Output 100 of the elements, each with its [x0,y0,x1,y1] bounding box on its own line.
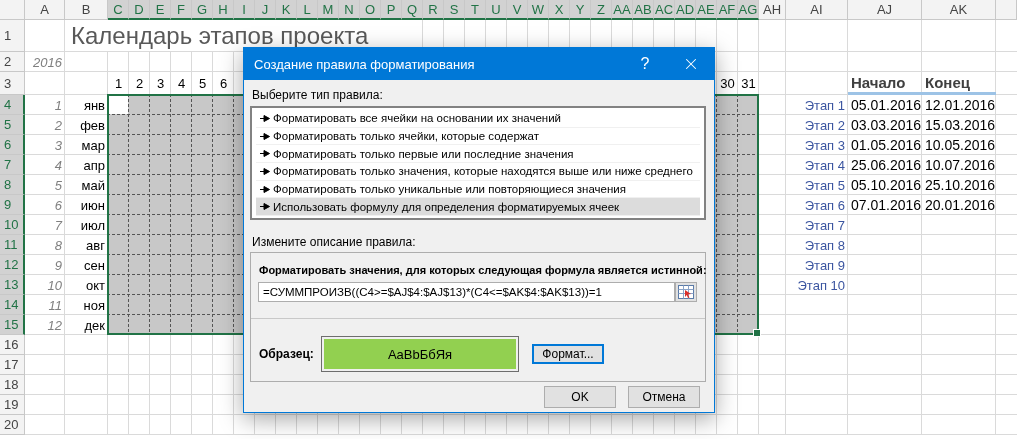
rule-type-item[interactable]: Использовать формулу для определения форматируемых ячеек [256,198,700,217]
date-cell-text: 15.03.2016 [924,116,996,135]
arrow-icon [260,167,270,175]
stage-name: Этап 8 [803,236,846,255]
column-header[interactable]: Q [402,0,423,20]
column-header[interactable]: O [360,0,381,20]
column-header[interactable]: AH [759,0,786,20]
day-number: 31 [740,75,757,93]
row-header[interactable]: 5 [0,115,25,135]
column-header[interactable]: U [486,0,507,20]
row-header[interactable]: 3 [0,72,25,95]
row-header[interactable]: 6 [0,135,25,155]
month-name: фев [79,116,106,135]
column-header[interactable]: Y [570,0,591,20]
column-heading: Начало [848,72,922,95]
column-header[interactable]: N [339,0,360,20]
format-button[interactable]: Формат... [532,344,604,364]
day-number: 4 [176,75,187,93]
month-name: июл [79,216,106,235]
stage-name: Этап 9 [803,256,846,275]
column-header[interactable]: W [528,0,549,20]
row-header[interactable]: 10 [0,215,25,235]
row-header[interactable]: 9 [0,195,25,215]
row-header[interactable]: 2 [0,52,25,72]
month-number: 9 [53,256,63,275]
month-number: 3 [53,136,63,155]
column-header[interactable]: Z [591,0,612,20]
help-button[interactable]: ? [622,48,668,80]
stage-name: Этап 2 [803,116,846,135]
rule-type-text: Форматировать только первые или последние значения [273,147,574,160]
column-header[interactable]: H [213,0,234,20]
column-header[interactable]: AI [786,0,848,20]
rule-type-text: Форматировать только ячейки, которые содержат [273,130,539,142]
column-header[interactable]: AB [633,0,654,20]
row-header[interactable]: 8 [0,175,25,195]
month-name: янв [82,96,106,115]
date-cell-text: 05.01.2016 [850,96,922,115]
column-header[interactable]: M [318,0,339,20]
description-label: Измените описание правила: [252,235,417,249]
row-header[interactable]: 20 [0,415,25,435]
month-number: 7 [53,216,64,235]
column-header[interactable]: R [423,0,444,20]
month-name: ноя [82,296,106,315]
day-number: 30 [719,75,736,93]
dialog-button[interactable]: OK [544,386,616,408]
arrow-icon [260,203,270,211]
dialog-button[interactable]: Отмена [628,386,700,408]
formula-field[interactable]: =СУММПРОИЗВ((C4>=$AJ$4:$AJ$13)*(C4<=$AK$4:$AK$13))=1 [258,282,675,302]
column-header[interactable]: L [297,0,318,20]
date-cell-text: 10.05.2016 [924,136,996,155]
column-header[interactable]: X [549,0,570,20]
column-header[interactable]: AE [696,0,717,20]
fill-handle[interactable] [753,329,761,337]
row-header[interactable]: 16 [0,335,25,355]
row-header[interactable]: 7 [0,155,25,175]
row-header[interactable]: 17 [0,355,25,375]
row-header[interactable]: 14 [0,295,25,315]
month-number: 1 [53,96,63,115]
stage-name: Этап 4 [803,156,846,175]
row-header[interactable]: 12 [0,255,25,275]
column-header[interactable]: V [507,0,528,20]
column-header[interactable]: AJ [848,0,922,20]
row-header[interactable]: 1 [0,20,25,52]
sample-label: Образец: [259,347,315,361]
column-header[interactable]: F [171,0,192,20]
sample-text: AaBbБбЯя [324,339,516,369]
column-header[interactable]: AG [738,0,759,20]
row-header[interactable]: 4 [0,95,25,115]
column-header[interactable]: G [192,0,213,20]
column-header[interactable]: S [444,0,465,20]
rule-type-label: Выберите тип правила: [252,88,384,102]
row-header[interactable]: 13 [0,275,25,295]
column-header[interactable]: AK [922,0,996,20]
row-header[interactable]: 11 [0,235,25,255]
column-header[interactable]: A [25,0,65,20]
row-header[interactable]: 19 [0,395,25,415]
column-header[interactable]: AA [612,0,633,20]
column-header[interactable]: AD [675,0,696,20]
stage-name: Этап 7 [803,216,846,235]
column-header[interactable]: T [465,0,486,20]
column-header[interactable]: E [150,0,171,20]
rule-type-text: Использовать формулу для определения форматируемых ячеек [273,200,620,213]
date-cell-text: 07.01.2016 [850,196,922,215]
column-header[interactable]: B [65,0,108,20]
column-header[interactable]: I [234,0,255,20]
stage-name: Этап 5 [803,176,846,195]
arrow-icon [260,114,270,122]
column-header[interactable]: J [255,0,276,20]
column-header[interactable]: C [108,0,129,20]
row-header[interactable]: 18 [0,375,25,395]
column-header[interactable]: AF [717,0,738,20]
month-number: 6 [53,196,63,215]
column-header[interactable]: K [276,0,297,20]
date-cell-text: 25.06.2016 [850,156,922,175]
column-header[interactable]: P [381,0,402,20]
row-header[interactable]: 15 [0,315,25,335]
column-header[interactable]: AC [654,0,675,20]
month-number: 11 [47,296,63,315]
range-button[interactable] [675,282,697,302]
column-header[interactable]: D [129,0,150,20]
